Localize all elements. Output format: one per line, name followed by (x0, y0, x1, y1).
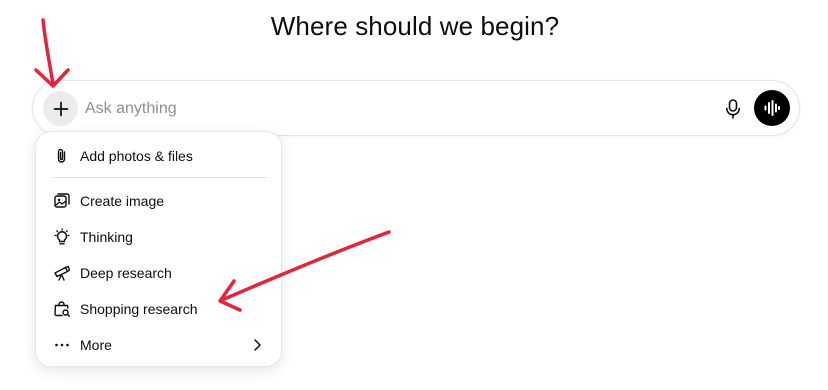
menu-item-shopping-research[interactable]: Shopping research (44, 293, 275, 325)
add-button[interactable] (43, 91, 78, 126)
image-icon (52, 191, 72, 211)
menu-divider (52, 177, 267, 178)
chevron-right-icon (254, 339, 261, 351)
menu-item-add-photos-files[interactable]: Add photos & files (44, 140, 275, 172)
prompt-input[interactable] (85, 98, 685, 120)
more-dots-icon (52, 335, 72, 355)
menu-item-label: Thinking (80, 229, 133, 245)
menu-item-thinking[interactable]: Thinking (44, 221, 275, 253)
dictate-button[interactable] (719, 95, 747, 123)
menu-item-label: Add photos & files (80, 148, 193, 164)
shopping-bag-search-icon (52, 299, 72, 319)
paperclip-icon (52, 146, 72, 166)
menu-item-label: Create image (80, 193, 165, 209)
voice-mode-button[interactable] (754, 90, 790, 126)
page: Where should we begin? Ask anything Add … (0, 0, 828, 390)
page-title: Where should we begin? (270, 11, 560, 41)
telescope-icon (52, 263, 72, 283)
menu-item-deep-research[interactable]: Deep research (44, 257, 275, 289)
attach-menu: Add photos & files Create image Thinking… (35, 131, 282, 367)
voice-wave-icon (764, 100, 780, 116)
menu-item-more[interactable]: More (44, 329, 275, 361)
menu-item-label: Shopping research (80, 301, 198, 317)
menu-item-label: Deep research (80, 265, 172, 281)
composer-bar (32, 80, 800, 136)
plus-icon (53, 101, 68, 116)
microphone-icon (726, 99, 740, 119)
lightbulb-icon (52, 227, 72, 247)
menu-item-create-image[interactable]: Create image (44, 185, 275, 217)
menu-item-label: More (80, 337, 112, 353)
